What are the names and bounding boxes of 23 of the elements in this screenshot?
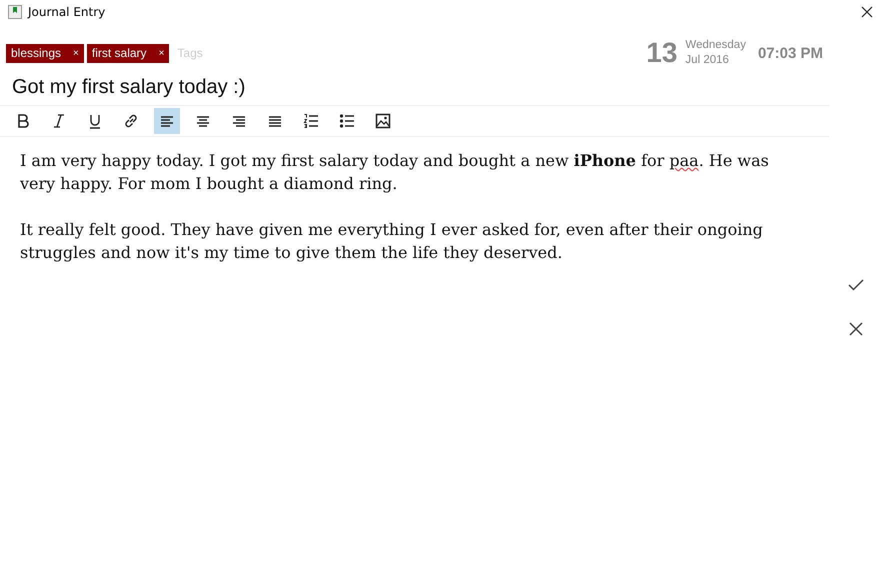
body-paragraph: I am very happy today. I got my first salary today and bought a new iPhone for paa. He was very happy. For mom I bought a diamond ring. [20, 150, 770, 195]
bold-icon [15, 113, 31, 129]
remove-tag-button[interactable]: × [158, 48, 164, 58]
close-icon [861, 6, 873, 18]
body-paragraph: It really felt good. They have given me everything I ever asked for, even after their ongoing struggles and now it's my time to give them the life they deserved. [20, 219, 764, 264]
numbered-list-icon [303, 113, 319, 129]
checkmark-icon [848, 278, 864, 292]
remove-tag-button[interactable]: × [73, 48, 79, 58]
day-number: 13 [646, 37, 678, 69]
weekday-label: Wednesday [685, 38, 746, 53]
close-icon [848, 322, 862, 336]
time-label: 07:03 PM [758, 44, 823, 62]
month-year-label: Jul 2016 [685, 53, 730, 68]
window-title: Journal Entry [28, 5, 106, 19]
image-icon [375, 113, 391, 129]
link-icon [123, 113, 139, 129]
underline-icon [87, 113, 103, 129]
tag-chip: blessings × [6, 44, 84, 62]
align-left-button[interactable] [154, 108, 180, 134]
bulleted-list-icon [339, 113, 355, 129]
app-icon [8, 5, 22, 19]
tag-chip: first salary × [86, 44, 170, 62]
italic-icon [51, 113, 67, 129]
